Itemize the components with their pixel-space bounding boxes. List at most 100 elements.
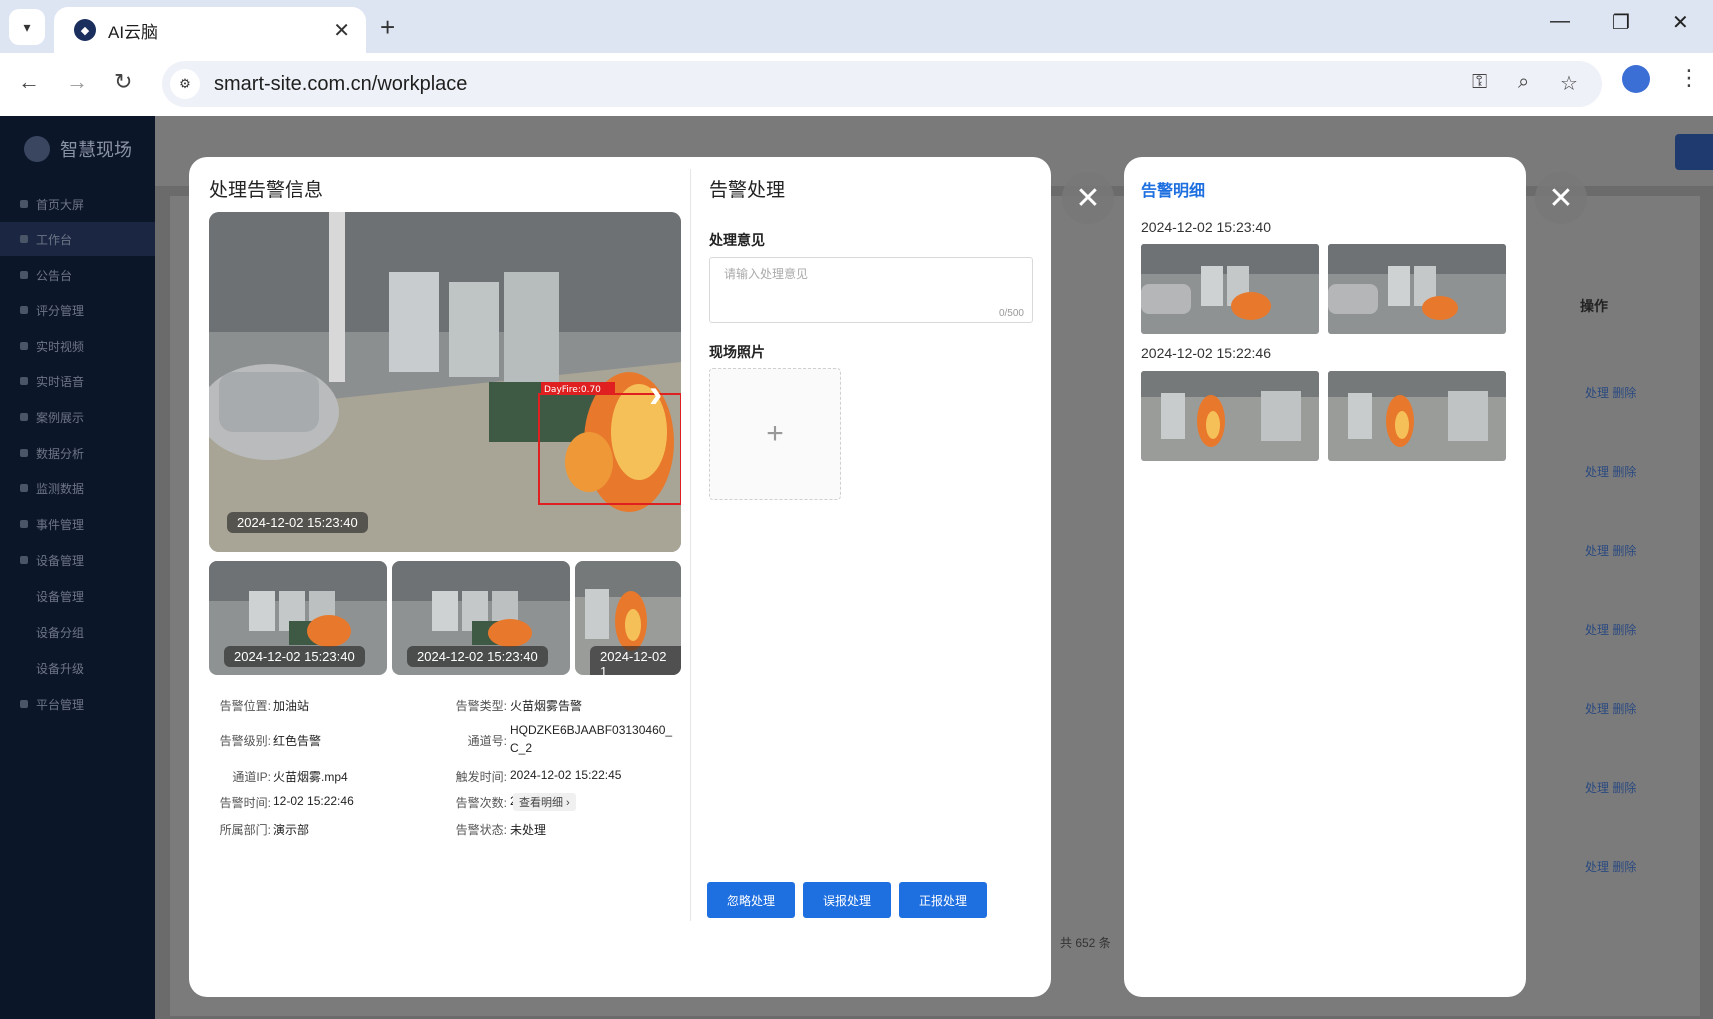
alert-thumbnail[interactable]: 2024-12-02 15:23:40 — [392, 561, 570, 675]
ip-value: 火苗烟雾.mp4 — [273, 770, 348, 784]
browser-tab[interactable]: ◆ AI云脑 ✕ — [54, 7, 366, 53]
browser-menu-icon[interactable]: ⋮ — [1678, 65, 1700, 91]
alert-main-image[interactable]: DayFire:0.70 2024-12-02 15:23:40 › — [209, 212, 681, 552]
row-process-link[interactable]: 处理 — [1585, 702, 1609, 716]
close-alert-modal-icon[interactable]: ✕ — [1062, 172, 1114, 224]
url-text[interactable]: smart-site.com.cn/workplace — [214, 73, 467, 96]
level-value: 红色告警 — [273, 734, 322, 748]
sidebar-item-label: 公告台 — [36, 268, 73, 283]
row-process-link[interactable]: 处理 — [1585, 386, 1609, 400]
processing-title: 告警处理 — [709, 180, 786, 201]
tab-title: AI云脑 — [108, 22, 159, 42]
opinion-textarea[interactable]: 请输入处理意见 0/500 — [709, 257, 1033, 323]
sidebar-item-label: 实时视频 — [36, 339, 85, 354]
forward-arrow-icon[interactable]: → — [66, 69, 88, 95]
sidebar-icon — [20, 200, 28, 208]
alert-processing-panel: 告警处理 处理意见 请输入处理意见 0/500 现场照片 + 忽略处理 误报处理… — [691, 157, 1051, 997]
sidebar-item-analysis[interactable]: 数据分析 — [0, 436, 155, 470]
alert-detail-modal: 告警明细 2024-12-02 15:23:40 2024-12-02 15:2… — [1124, 157, 1526, 997]
sidebar-item-devices[interactable]: 设备管理 — [0, 543, 155, 577]
detail-image[interactable] — [1328, 371, 1506, 461]
row-delete-link[interactable]: 删除 — [1612, 544, 1636, 558]
sidebar-item-label: 设备升级 — [36, 661, 85, 676]
chevron-right-icon[interactable]: › — [649, 372, 662, 417]
row-delete-link[interactable]: 删除 — [1612, 702, 1636, 716]
sidebar-subitem-device-upgrade[interactable]: 设备升级 — [0, 651, 155, 685]
sidebar-item-label: 事件管理 — [36, 517, 85, 532]
sidebar-icon — [20, 235, 28, 243]
sidebar-subitem-device-manage[interactable]: 设备管理 — [0, 579, 155, 613]
alert-info-panel: 处理告警信息 DayFire:0.70 2024-12-02 15:23:40 … — [189, 157, 691, 997]
sidebar-item-rating[interactable]: 评分管理 — [0, 293, 155, 327]
trigger-value: 2024-12-02 15:22:45 — [510, 768, 622, 782]
photo-upload-button[interactable]: + — [709, 368, 841, 500]
false-report-button[interactable]: 误报处理 — [803, 882, 891, 918]
detail-group-time: 2024-12-02 15:22:46 — [1141, 345, 1271, 361]
sidebar-item-label: 设备分组 — [36, 625, 85, 640]
omnibox[interactable]: ⚙ smart-site.com.cn/workplace ⚿ ⌕ ☆ — [162, 61, 1602, 107]
table-row-ops: 处理 删除 — [1585, 775, 1636, 801]
row-process-link[interactable]: 处理 — [1585, 465, 1609, 479]
sidebar-item-home[interactable]: 首页大屏 — [0, 187, 155, 221]
reload-icon[interactable]: ↻ — [114, 69, 132, 95]
sidebar-item-notice[interactable]: 公告台 — [0, 258, 155, 292]
address-bar: ← → ↻ ⚙ smart-site.com.cn/workplace ⚿ ⌕ … — [0, 53, 1713, 116]
window-close-icon[interactable]: ✕ — [1672, 10, 1689, 35]
location-label: 告警位置: — [219, 699, 271, 713]
opinion-placeholder: 请输入处理意见 — [724, 267, 809, 281]
row-delete-link[interactable]: 删除 — [1612, 860, 1636, 874]
row-process-link[interactable]: 处理 — [1585, 544, 1609, 558]
row-delete-link[interactable]: 删除 — [1612, 623, 1636, 637]
close-detail-modal-icon[interactable]: ✕ — [1535, 172, 1587, 224]
detection-label: DayFire:0.70 — [544, 385, 601, 395]
sidebar-item-cases[interactable]: 案例展示 — [0, 400, 155, 434]
location-value: 加油站 — [273, 699, 310, 713]
key-icon[interactable]: ⚿ — [1472, 71, 1487, 94]
pagination-total: 共 652 条 — [1060, 936, 1111, 950]
row-delete-link[interactable]: 删除 — [1612, 465, 1636, 479]
sidebar-item-label: 首页大屏 — [36, 197, 85, 212]
sidebar-subitem-device-group[interactable]: 设备分组 — [0, 615, 155, 649]
sidebar-icon — [20, 449, 28, 457]
sidebar-item-video[interactable]: 实时视频 — [0, 329, 155, 363]
alert-thumbnail[interactable]: 2024-12-02 15:23:40 — [209, 561, 387, 675]
detail-image[interactable] — [1328, 244, 1506, 334]
detail-scene — [1328, 371, 1506, 461]
row-process-link[interactable]: 处理 — [1585, 623, 1609, 637]
restore-icon[interactable]: ❐ — [1612, 10, 1630, 35]
alert-thumbnail[interactable]: 2024-12-02 1 — [575, 561, 681, 675]
profile-avatar-icon[interactable] — [1622, 65, 1650, 93]
back-arrow-icon[interactable]: ← — [18, 69, 40, 95]
close-icon[interactable]: ✕ — [333, 18, 350, 43]
row-delete-link[interactable]: 删除 — [1612, 781, 1636, 795]
table-row-ops: 处理 删除 — [1585, 696, 1636, 722]
detail-image[interactable] — [1141, 244, 1319, 334]
ignore-button[interactable]: 忽略处理 — [707, 882, 795, 918]
sidebar-item-monitor[interactable]: 监测数据 — [0, 471, 155, 505]
count-label: 告警次数: — [455, 796, 507, 810]
new-tab-plus-icon[interactable]: + — [380, 12, 395, 43]
minimize-icon[interactable]: — — [1550, 10, 1570, 33]
sidebar-item-events[interactable]: 事件管理 — [0, 507, 155, 541]
detail-image[interactable] — [1141, 371, 1319, 461]
true-report-button[interactable]: 正报处理 — [899, 882, 987, 918]
detail-group-time: 2024-12-02 15:23:40 — [1141, 219, 1271, 235]
user-menu-button[interactable] — [1675, 134, 1713, 170]
view-detail-button[interactable]: 查看明细 › — [513, 793, 576, 811]
zoom-icon[interactable]: ⌕ — [1518, 71, 1529, 94]
row-delete-link[interactable]: 删除 — [1612, 386, 1636, 400]
sidebar-item-label: 平台管理 — [36, 697, 85, 712]
detail-title: 告警明细 — [1141, 183, 1206, 200]
sidebar-item-label: 案例展示 — [36, 410, 85, 425]
sidebar-item-workbench[interactable]: 工作台 — [0, 222, 155, 256]
row-process-link[interactable]: 处理 — [1585, 781, 1609, 795]
detail-scene — [1328, 244, 1506, 334]
site-info-icon[interactable]: ⚙ — [170, 69, 200, 99]
sidebar-icon — [20, 484, 28, 492]
sidebar-item-label: 实时语音 — [36, 374, 85, 389]
row-process-link[interactable]: 处理 — [1585, 860, 1609, 874]
sidebar-item-voice[interactable]: 实时语音 — [0, 364, 155, 398]
tab-list-button[interactable]: ▾ — [9, 9, 45, 45]
bookmark-star-icon[interactable]: ☆ — [1560, 71, 1578, 96]
sidebar-item-platform[interactable]: 平台管理 — [0, 687, 155, 721]
